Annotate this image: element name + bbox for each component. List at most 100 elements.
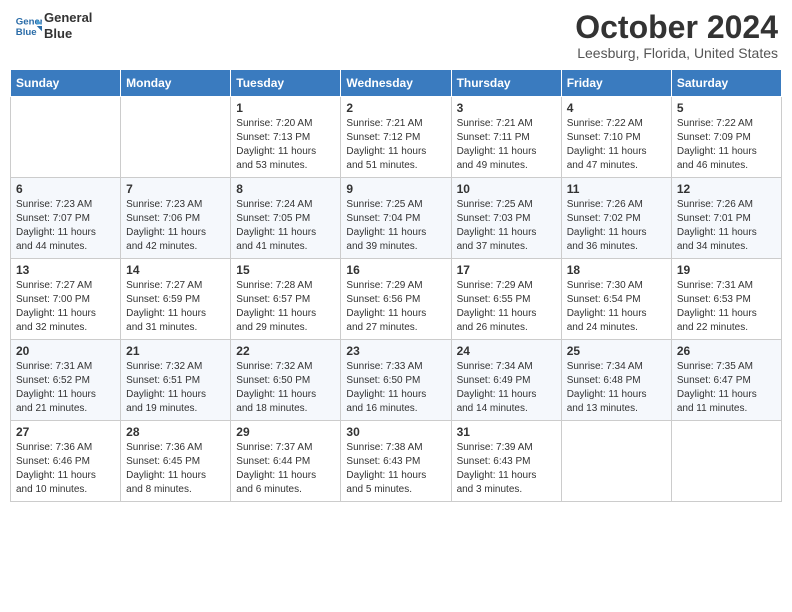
calendar-cell: 31 Sunrise: 7:39 AM Sunset: 6:43 PM Dayli… [451,421,561,502]
logo-line2: Blue [44,26,92,42]
calendar-cell: 17Sunrise: 7:29 AM Sunset: 6:55 PM Dayli… [451,259,561,340]
day-sun-info: Sunrise: 7:32 AM Sunset: 6:50 PM Dayligh… [236,360,335,416]
month-title: October 2024 [575,10,778,45]
svg-text:Blue: Blue [16,26,37,37]
day-sun-info: Sunrise: 7:29 AM Sunset: 6:55 PM Dayligh… [457,279,556,335]
day-sun-info: Sunrise: 7:26 AM Sunset: 7:01 PM Dayligh… [677,198,776,254]
day-header-monday: Monday [121,70,231,97]
day-number: 5 [677,101,776,115]
calendar-body: 1 Sunrise: 7:20 AM Sunset: 7:13 PM Daylig… [11,97,782,502]
calendar-week-row: 6Sunrise: 7:23 AM Sunset: 7:07 PM Daylig… [11,178,782,259]
calendar-cell: 30 Sunrise: 7:38 AM Sunset: 6:43 PM Dayli… [341,421,451,502]
calendar-cell: 13 Sunrise: 7:27 AM Sunset: 7:00 PM Dayli… [11,259,121,340]
day-number: 29 [236,425,335,439]
logo-line1: General [44,10,92,26]
day-sun-info: Sunrise: 7:31 AM Sunset: 6:53 PM Dayligh… [677,279,776,335]
day-sun-info: Sunrise: 7:39 AM Sunset: 6:43 PM Dayligh… [457,441,556,497]
location-subtitle: Leesburg, Florida, United States [575,45,778,61]
calendar-cell: 23 Sunrise: 7:33 AM Sunset: 6:50 PM Dayli… [341,340,451,421]
calendar-cell [561,421,671,502]
calendar-cell: 26 Sunrise: 7:35 AM Sunset: 6:47 PM Dayli… [671,340,781,421]
day-header-sunday: Sunday [11,70,121,97]
day-number: 4 [567,101,666,115]
day-header-wednesday: Wednesday [341,70,451,97]
calendar-cell: 8Sunrise: 7:24 AM Sunset: 7:05 PM Daylig… [231,178,341,259]
day-number: 25 [567,344,666,358]
day-number: 22 [236,344,335,358]
page-header: General Blue General Blue October 2024 L… [10,10,782,61]
day-number: 24 [457,344,556,358]
day-number: 9 [346,182,445,196]
logo: General Blue General Blue [14,10,92,41]
day-sun-info: Sunrise: 7:24 AM Sunset: 7:05 PM Dayligh… [236,198,335,254]
day-header-friday: Friday [561,70,671,97]
calendar-week-row: 13 Sunrise: 7:27 AM Sunset: 7:00 PM Dayli… [11,259,782,340]
day-number: 30 [346,425,445,439]
calendar-cell: 22 Sunrise: 7:32 AM Sunset: 6:50 PM Dayli… [231,340,341,421]
day-number: 19 [677,263,776,277]
calendar-cell: 9 Sunrise: 7:25 AM Sunset: 7:04 PM Daylig… [341,178,451,259]
day-number: 27 [16,425,115,439]
calendar-cell: 25Sunrise: 7:34 AM Sunset: 6:48 PM Dayli… [561,340,671,421]
day-sun-info: Sunrise: 7:23 AM Sunset: 7:07 PM Dayligh… [16,198,115,254]
calendar-cell: 6Sunrise: 7:23 AM Sunset: 7:07 PM Daylig… [11,178,121,259]
day-number: 10 [457,182,556,196]
day-number: 31 [457,425,556,439]
day-number: 21 [126,344,225,358]
calendar-cell: 14 Sunrise: 7:27 AM Sunset: 6:59 PM Dayli… [121,259,231,340]
day-number: 13 [16,263,115,277]
calendar-cell [11,97,121,178]
calendar-cell: 16Sunrise: 7:29 AM Sunset: 6:56 PM Dayli… [341,259,451,340]
calendar-cell: 20Sunrise: 7:31 AM Sunset: 6:52 PM Dayli… [11,340,121,421]
day-sun-info: Sunrise: 7:35 AM Sunset: 6:47 PM Dayligh… [677,360,776,416]
calendar-cell: 19 Sunrise: 7:31 AM Sunset: 6:53 PM Dayli… [671,259,781,340]
day-header-saturday: Saturday [671,70,781,97]
day-number: 12 [677,182,776,196]
calendar-cell: 27 Sunrise: 7:36 AM Sunset: 6:46 PM Dayli… [11,421,121,502]
day-number: 15 [236,263,335,277]
day-sun-info: Sunrise: 7:29 AM Sunset: 6:56 PM Dayligh… [346,279,445,335]
calendar-cell: 1 Sunrise: 7:20 AM Sunset: 7:13 PM Daylig… [231,97,341,178]
day-sun-info: Sunrise: 7:38 AM Sunset: 6:43 PM Dayligh… [346,441,445,497]
calendar-cell: 3 Sunrise: 7:21 AM Sunset: 7:11 PM Daylig… [451,97,561,178]
calendar-cell: 4 Sunrise: 7:22 AM Sunset: 7:10 PM Daylig… [561,97,671,178]
day-number: 11 [567,182,666,196]
day-sun-info: Sunrise: 7:37 AM Sunset: 6:44 PM Dayligh… [236,441,335,497]
day-number: 23 [346,344,445,358]
calendar-cell: 15Sunrise: 7:28 AM Sunset: 6:57 PM Dayli… [231,259,341,340]
day-sun-info: Sunrise: 7:25 AM Sunset: 7:03 PM Dayligh… [457,198,556,254]
calendar-cell: 10 Sunrise: 7:25 AM Sunset: 7:03 PM Dayli… [451,178,561,259]
day-sun-info: Sunrise: 7:27 AM Sunset: 6:59 PM Dayligh… [126,279,225,335]
calendar-cell: 5 Sunrise: 7:22 AM Sunset: 7:09 PM Daylig… [671,97,781,178]
calendar-cell: 12 Sunrise: 7:26 AM Sunset: 7:01 PM Dayli… [671,178,781,259]
day-sun-info: Sunrise: 7:33 AM Sunset: 6:50 PM Dayligh… [346,360,445,416]
day-sun-info: Sunrise: 7:26 AM Sunset: 7:02 PM Dayligh… [567,198,666,254]
day-sun-info: Sunrise: 7:36 AM Sunset: 6:45 PM Dayligh… [126,441,225,497]
day-number: 26 [677,344,776,358]
day-sun-info: Sunrise: 7:30 AM Sunset: 6:54 PM Dayligh… [567,279,666,335]
day-sun-info: Sunrise: 7:27 AM Sunset: 7:00 PM Dayligh… [16,279,115,335]
day-number: 7 [126,182,225,196]
calendar-cell: 2 Sunrise: 7:21 AM Sunset: 7:12 PM Daylig… [341,97,451,178]
day-sun-info: Sunrise: 7:31 AM Sunset: 6:52 PM Dayligh… [16,360,115,416]
day-header-thursday: Thursday [451,70,561,97]
calendar-cell: 11 Sunrise: 7:26 AM Sunset: 7:02 PM Dayli… [561,178,671,259]
day-sun-info: Sunrise: 7:21 AM Sunset: 7:11 PM Dayligh… [457,117,556,173]
calendar-cell: 29 Sunrise: 7:37 AM Sunset: 6:44 PM Dayli… [231,421,341,502]
calendar-cell: 24Sunrise: 7:34 AM Sunset: 6:49 PM Dayli… [451,340,561,421]
day-number: 3 [457,101,556,115]
calendar-week-row: 1 Sunrise: 7:20 AM Sunset: 7:13 PM Daylig… [11,97,782,178]
day-number: 1 [236,101,335,115]
day-number: 2 [346,101,445,115]
day-sun-info: Sunrise: 7:22 AM Sunset: 7:10 PM Dayligh… [567,117,666,173]
calendar-cell: 18Sunrise: 7:30 AM Sunset: 6:54 PM Dayli… [561,259,671,340]
day-sun-info: Sunrise: 7:36 AM Sunset: 6:46 PM Dayligh… [16,441,115,497]
day-sun-info: Sunrise: 7:22 AM Sunset: 7:09 PM Dayligh… [677,117,776,173]
calendar-header-row: SundayMondayTuesdayWednesdayThursdayFrid… [11,70,782,97]
day-sun-info: Sunrise: 7:21 AM Sunset: 7:12 PM Dayligh… [346,117,445,173]
day-number: 14 [126,263,225,277]
day-sun-info: Sunrise: 7:25 AM Sunset: 7:04 PM Dayligh… [346,198,445,254]
day-sun-info: Sunrise: 7:20 AM Sunset: 7:13 PM Dayligh… [236,117,335,173]
calendar-week-row: 27 Sunrise: 7:36 AM Sunset: 6:46 PM Dayli… [11,421,782,502]
day-header-tuesday: Tuesday [231,70,341,97]
